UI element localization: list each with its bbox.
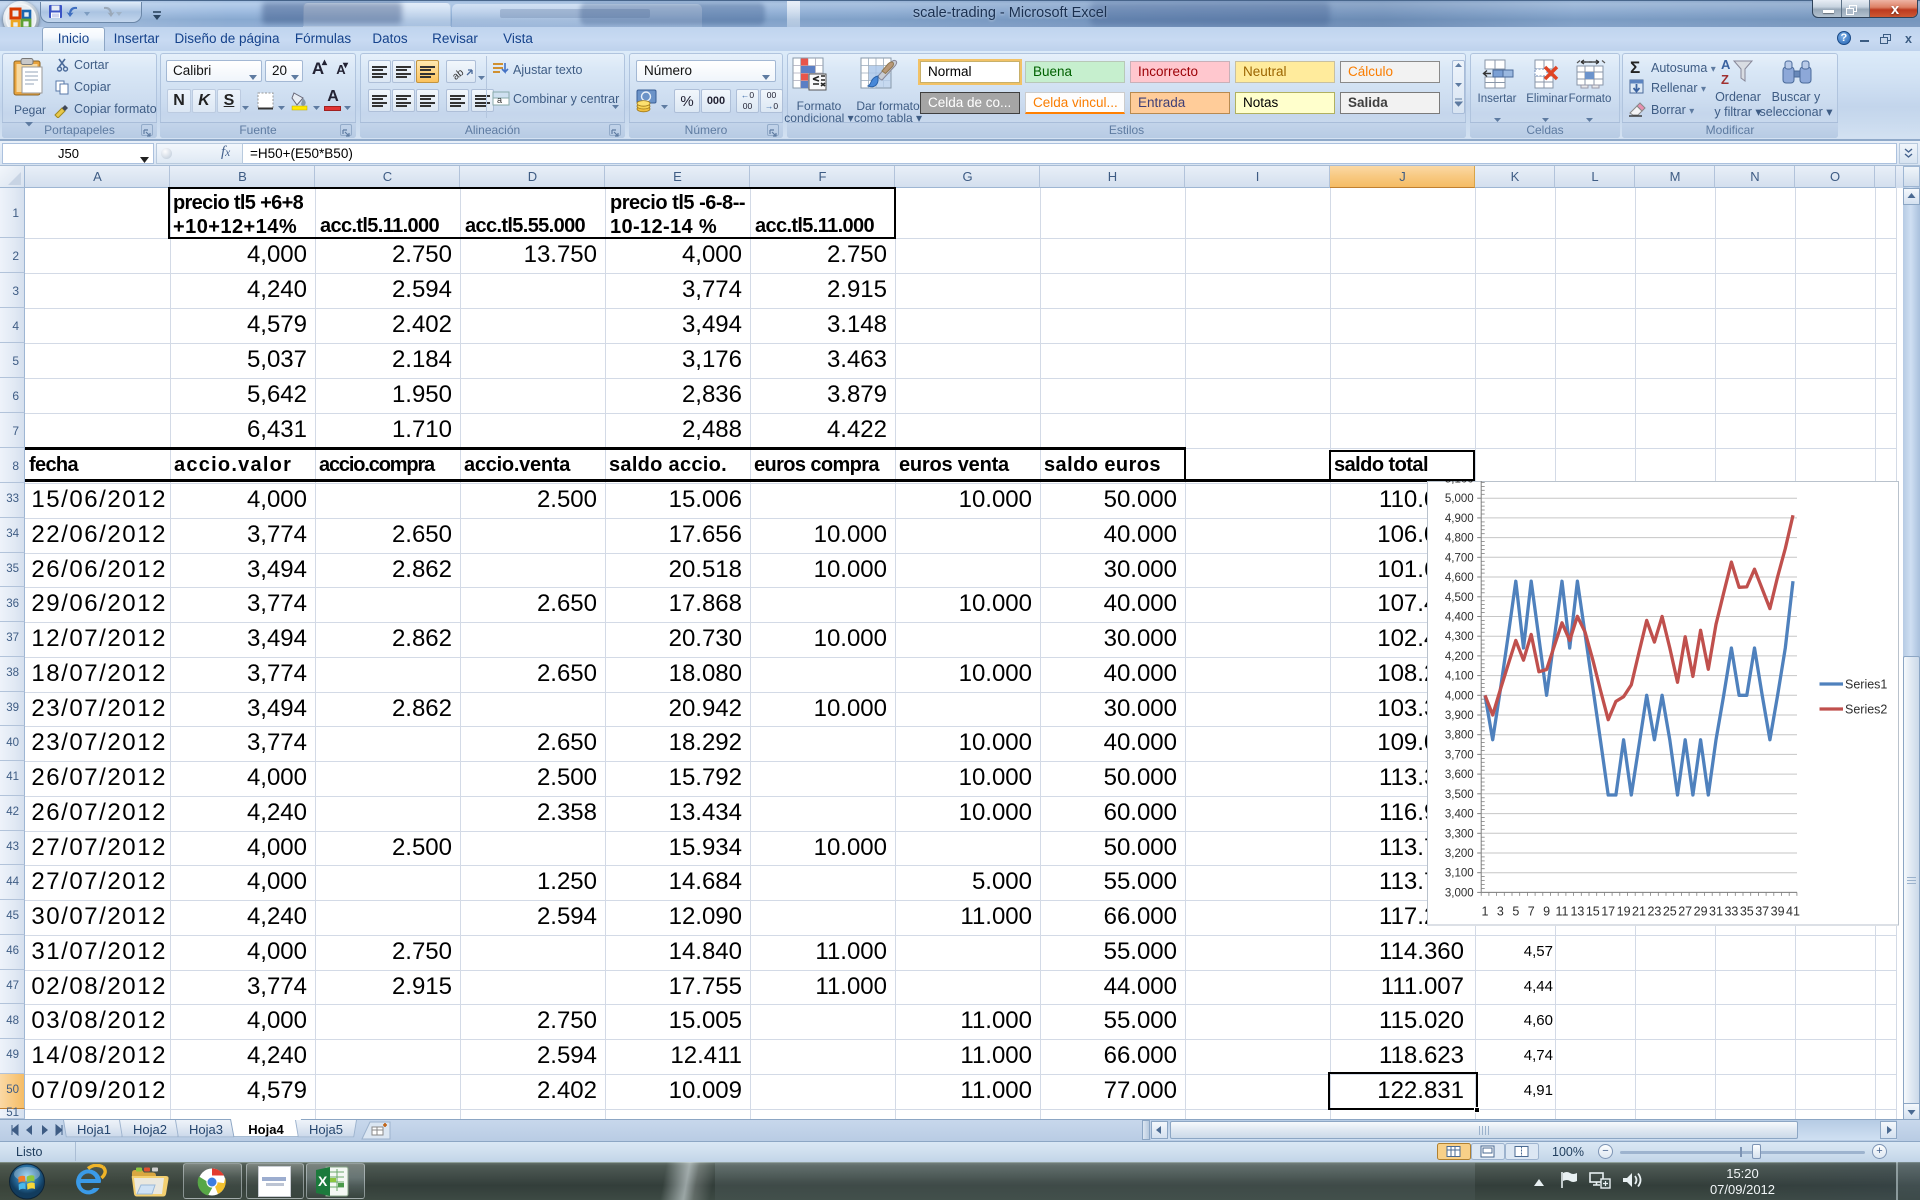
svg-text:3,600: 3,600	[1445, 769, 1474, 781]
svg-text:23: 23	[1648, 904, 1662, 918]
svg-text:3,000: 3,000	[1445, 887, 1474, 899]
svg-text:7: 7	[1528, 904, 1535, 918]
svg-text:4,300: 4,300	[1445, 631, 1474, 643]
svg-text:4,100: 4,100	[1445, 670, 1474, 682]
svg-text:17: 17	[1602, 904, 1616, 918]
svg-text:41: 41	[1786, 904, 1800, 918]
svg-text:4,700: 4,700	[1445, 552, 1474, 564]
svg-text:a: a	[497, 95, 502, 105]
svg-text:X: X	[318, 1173, 328, 1189]
svg-text:35: 35	[1740, 904, 1754, 918]
svg-text:4,900: 4,900	[1445, 512, 1474, 524]
svg-text:3,200: 3,200	[1445, 848, 1474, 860]
svg-text:4,000: 4,000	[1445, 690, 1474, 702]
svg-text:4,400: 4,400	[1445, 611, 1474, 623]
svg-text:4,500: 4,500	[1445, 591, 1474, 603]
svg-text:Series1: Series1	[1845, 677, 1887, 691]
svg-text:5,000: 5,000	[1445, 493, 1474, 505]
svg-text:Series2: Series2	[1845, 702, 1887, 716]
svg-text:3,300: 3,300	[1445, 828, 1474, 840]
svg-text:3: 3	[1497, 904, 1504, 918]
svg-text:A: A	[1721, 57, 1731, 72]
svg-text:5,100: 5,100	[1445, 481, 1474, 486]
svg-text:27: 27	[1679, 904, 1693, 918]
svg-text:37: 37	[1756, 904, 1770, 918]
svg-text:15: 15	[1586, 904, 1600, 918]
svg-text:4,200: 4,200	[1445, 650, 1474, 662]
svg-text:19: 19	[1617, 904, 1631, 918]
svg-text:Z: Z	[1721, 72, 1729, 87]
svg-text:3,700: 3,700	[1445, 749, 1474, 761]
svg-text:ab: ab	[451, 67, 467, 82]
svg-text:3,500: 3,500	[1445, 788, 1474, 800]
svg-text:29: 29	[1694, 904, 1708, 918]
svg-text:13: 13	[1571, 904, 1585, 918]
svg-text:3,900: 3,900	[1445, 710, 1474, 722]
svg-text:3,800: 3,800	[1445, 729, 1474, 741]
svg-text:5: 5	[1513, 904, 1520, 918]
svg-text:25: 25	[1663, 904, 1677, 918]
svg-text:31: 31	[1709, 904, 1723, 918]
svg-text:39: 39	[1771, 904, 1785, 918]
svg-text:3,400: 3,400	[1445, 808, 1474, 820]
svg-text:3,100: 3,100	[1445, 867, 1474, 879]
svg-text:4,600: 4,600	[1445, 572, 1474, 584]
svg-text:11: 11	[1556, 904, 1569, 918]
svg-text:33: 33	[1725, 904, 1739, 918]
svg-text:4,800: 4,800	[1445, 532, 1474, 544]
svg-text:21: 21	[1632, 904, 1646, 918]
svg-text:1: 1	[1482, 904, 1489, 918]
svg-text:9: 9	[1543, 904, 1550, 918]
